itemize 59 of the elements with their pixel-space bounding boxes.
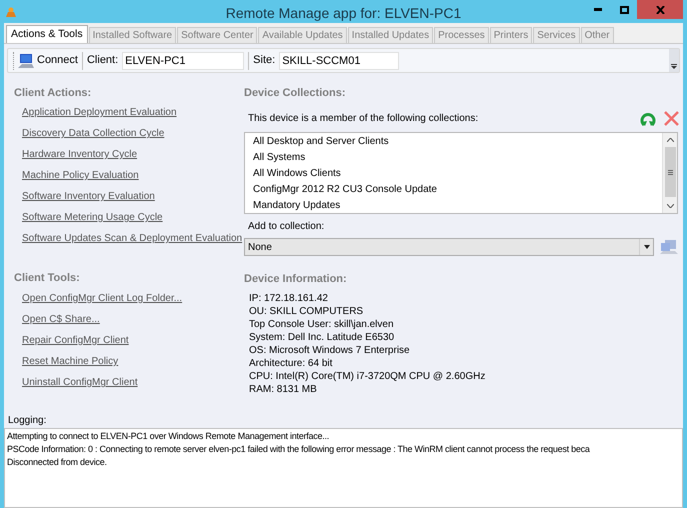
- device-info-line: System: Dell Inc. Latitude E6530: [249, 331, 394, 344]
- tool-link[interactable]: Open C$ Share...: [22, 313, 100, 334]
- device-info-line: RAM: 8131 MB: [249, 383, 317, 396]
- scrollbar[interactable]: [662, 133, 677, 213]
- scroll-thumb[interactable]: [664, 147, 676, 197]
- section-heading: Client Actions:: [14, 87, 92, 100]
- action-link[interactable]: Application Deployment Evaluation: [22, 106, 177, 127]
- tab[interactable]: Printers: [490, 27, 532, 43]
- collection-item[interactable]: All Windows Clients: [253, 166, 341, 182]
- close-button[interactable]: [637, 0, 683, 19]
- collection-item[interactable]: All Systems: [253, 150, 306, 166]
- remove-icon[interactable]: [664, 110, 679, 126]
- action-link[interactable]: Hardware Inventory Cycle: [22, 148, 138, 169]
- section-heading: Device Collections:: [244, 87, 346, 100]
- close-icon: [656, 6, 664, 14]
- dropdown-arrow-icon: [644, 245, 650, 249]
- scroll-down-icon[interactable]: [666, 204, 674, 208]
- device-info-line: Architecture: 64 bit: [249, 357, 332, 370]
- logging-label: Logging:: [7, 414, 46, 426]
- log-line: Attempting to connect to ELVEN-PC1 over Windows Remote Management interface...: [7, 430, 329, 443]
- device-info-line: IP: 172.18.161.42: [249, 292, 328, 305]
- toolbar-overflow-button[interactable]: [669, 49, 679, 72]
- overflow-icon: [671, 64, 677, 69]
- action-link[interactable]: Machine Policy Evaluation: [22, 169, 139, 190]
- device-info-line: Top Console User: skill\jan.elven: [249, 318, 394, 331]
- action-link[interactable]: Software Metering Usage Cycle: [22, 211, 163, 232]
- collection-item[interactable]: ConfigMgr 2012 R2 CU3 Console Update: [253, 182, 437, 198]
- tool-link[interactable]: Open ConfigMgr Client Log Folder...: [22, 292, 182, 313]
- app-icon: [5, 6, 17, 18]
- grip-icon: [668, 170, 672, 174]
- tool-link[interactable]: Repair ConfigMgr Client: [22, 334, 129, 355]
- client-label: Client:: [86, 53, 118, 68]
- computer-icon: [17, 52, 35, 68]
- tab[interactable]: Actions & Tools: [6, 25, 88, 43]
- scroll-up-icon[interactable]: [666, 138, 674, 142]
- collections-caption: This device is a member of the following collections:: [247, 112, 480, 126]
- action-link[interactable]: Software Updates Scan & Deployment Evaluation: [22, 232, 242, 253]
- device-info-line: OS: Microsoft Windows 7 Enterprise: [249, 344, 410, 357]
- maximize-icon: [620, 6, 628, 14]
- tool-link[interactable]: Reset Machine Policy: [22, 355, 118, 376]
- client-field[interactable]: ELVEN-PC1: [122, 52, 244, 70]
- section-heading: Device Information:: [244, 273, 348, 286]
- action-link[interactable]: Software Inventory Evaluation: [22, 190, 155, 211]
- collection-item[interactable]: Mandatory Updates: [253, 198, 340, 213]
- device-info-line: OU: SKILL COMPUTERS: [249, 305, 364, 318]
- site-field[interactable]: SKILL-SCCM01: [279, 52, 400, 70]
- log-line: Disconnected from device.: [7, 456, 107, 469]
- log-line: PSCode Information: 0 : Connecting to remote server elven-pc1 failed with the following error message : The WinRM client cannot process the request beca: [7, 443, 590, 456]
- action-link[interactable]: Discovery Data Collection Cycle: [22, 127, 164, 148]
- tool-link[interactable]: Uninstall ConfigMgr Client: [22, 376, 138, 397]
- site-label: Site:: [253, 53, 276, 68]
- collection-dropdown[interactable]: None: [244, 238, 654, 256]
- window-title: Remote Manage app for: ELVEN-PC1: [224, 4, 462, 23]
- device-info-line: CPU: Intel(R) Core(TM) i7-3720QM CPU @ 2.60GHz: [249, 370, 486, 383]
- section-heading: Client Tools:: [14, 272, 81, 285]
- add-to-collection-label: Add to collection:: [247, 220, 326, 232]
- connect-button[interactable]: Connect: [17, 50, 82, 72]
- minimize-icon: [594, 8, 602, 11]
- collection-item[interactable]: All Desktop and Server Clients: [253, 134, 389, 150]
